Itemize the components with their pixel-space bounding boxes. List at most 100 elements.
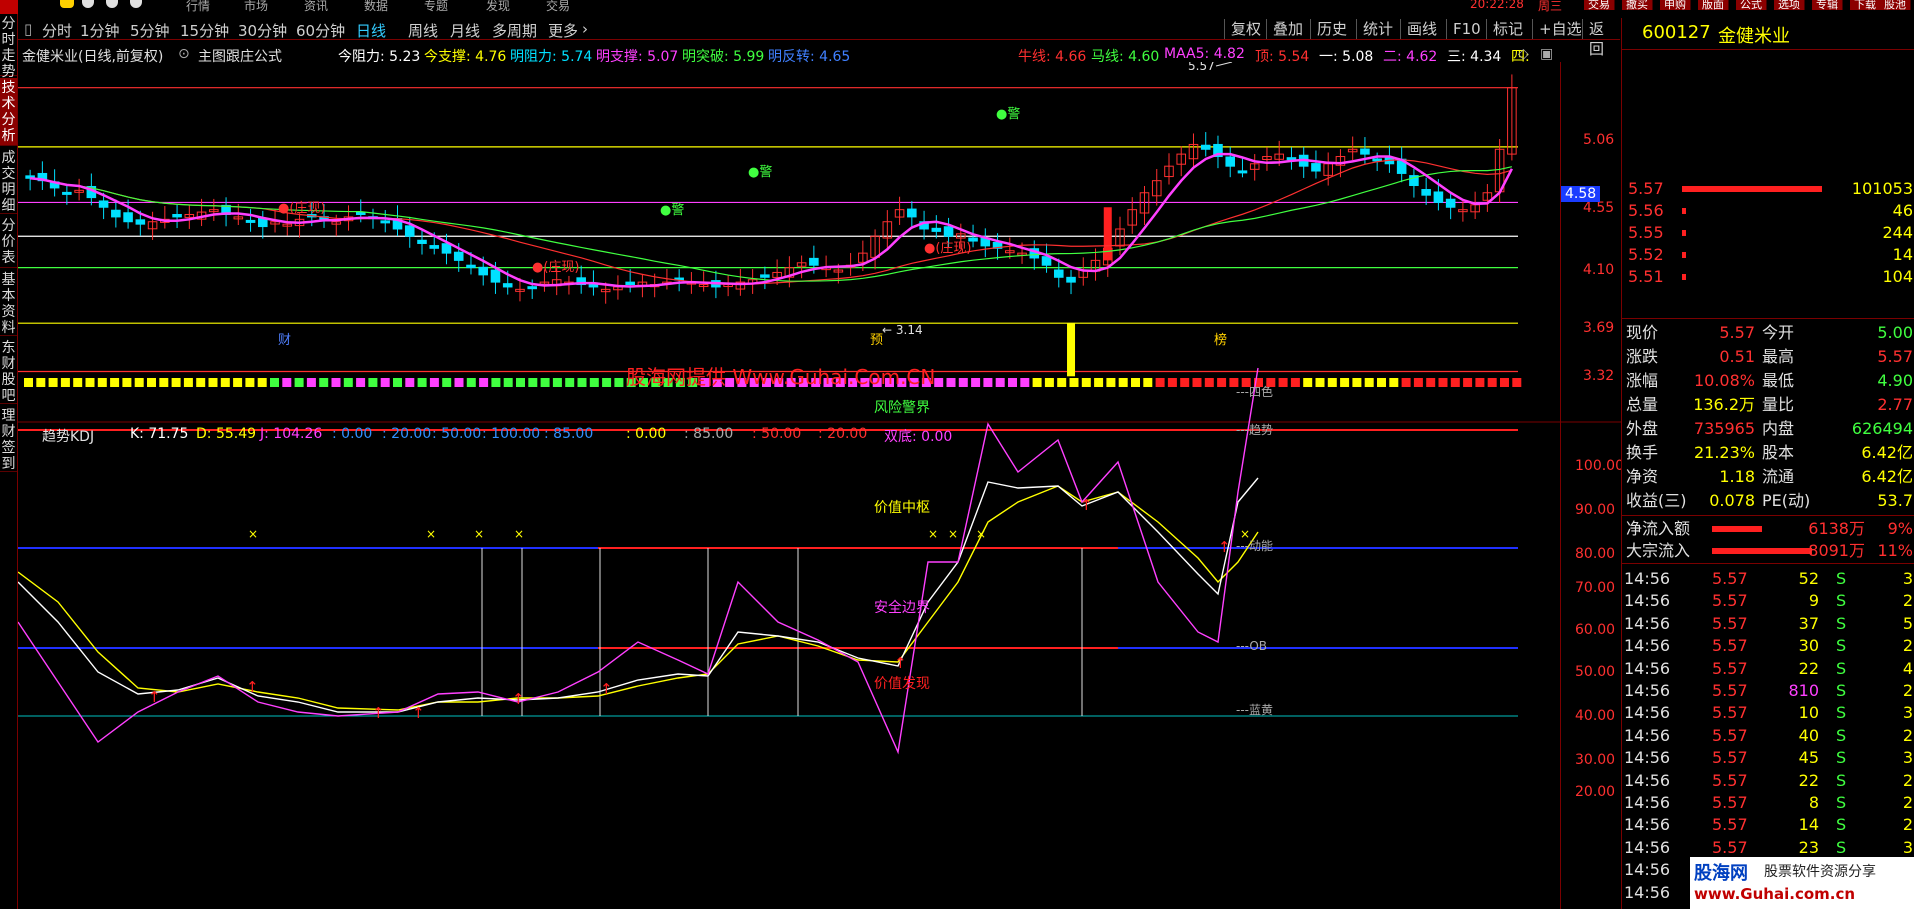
buy-arrow: ↑: [600, 680, 613, 698]
menu-item[interactable]: 资讯: [304, 0, 328, 14]
period-tab[interactable]: 多周期: [492, 20, 537, 41]
topbar-button[interactable]: 股池: [1880, 0, 1911, 10]
topbar-button[interactable]: 交易: [1584, 0, 1615, 10]
buy-arrow: ↑: [148, 688, 161, 706]
toolbar-button[interactable]: 叠加: [1266, 19, 1309, 39]
period-tab[interactable]: 15分钟: [180, 20, 229, 41]
trend-color-block: [294, 378, 304, 387]
toolbar-button[interactable]: 画线: [1400, 19, 1443, 39]
menu-item[interactable]: 数据: [364, 0, 388, 14]
toolbar-button[interactable]: 复权: [1224, 19, 1267, 39]
ask-row[interactable]: 5.52 14: [1622, 244, 1914, 266]
tick-side: S: [1836, 815, 1847, 835]
nav-home-icon[interactable]: [60, 0, 74, 8]
kdj-level: : 100.00: [482, 426, 541, 442]
watermark-box: 股海网 股票软件资源分享 www.Guhai.com.cn: [1690, 857, 1914, 909]
toolbar-button[interactable]: 返回: [1582, 19, 1620, 58]
tab-deals[interactable]: 成交明细: [0, 148, 17, 214]
topbar-button[interactable]: 公式: [1736, 0, 1767, 10]
stat-label: 涨幅: [1626, 371, 1659, 390]
candle-body: [404, 225, 415, 237]
ask-row[interactable]: 5.56 46: [1622, 200, 1914, 222]
trend-color-block: [208, 378, 218, 387]
period-tab[interactable]: 周线: [408, 20, 438, 41]
topbar-button[interactable]: 版面: [1698, 0, 1729, 10]
stat-value: 1.18: [1719, 467, 1755, 486]
menu-item[interactable]: 发现: [486, 0, 510, 14]
toolbar-button[interactable]: F10: [1446, 19, 1487, 39]
ask-price: 5.56: [1628, 201, 1664, 220]
candle-body: [429, 245, 440, 249]
menu-item[interactable]: 交易: [546, 0, 570, 14]
candle-body: [1237, 170, 1248, 174]
trend-color-block: [1315, 378, 1325, 387]
trend-color-block: [589, 378, 599, 387]
topbar-button[interactable]: 撤买: [1622, 0, 1653, 10]
topbar-button[interactable]: 申购: [1660, 0, 1691, 10]
menu-item[interactable]: 专题: [424, 0, 448, 14]
tick-row: 14:56 5.57 30 S 2: [1622, 635, 1914, 657]
legend-ob: ---OB: [1236, 639, 1267, 653]
period-tab[interactable]: 30分钟: [238, 20, 287, 41]
tick-volume: 8: [1808, 793, 1819, 812]
trend-color-block: [1155, 378, 1165, 387]
toolbar-button[interactable]: 标记: [1486, 19, 1529, 39]
stat-row: 净资 1.18 流通 6.42亿: [1622, 466, 1914, 488]
window-icon[interactable]: ▣: [1540, 46, 1553, 62]
toolbar-button[interactable]: +自选: [1532, 19, 1588, 39]
settings-icon[interactable]: ◇: [1518, 46, 1529, 62]
tick-row: 14:56 5.57 23 S 3: [1622, 837, 1914, 859]
period-tab[interactable]: 月线: [450, 20, 480, 41]
tab-forum[interactable]: 东财股吧: [0, 338, 17, 404]
tab-checkin[interactable]: 理财签到: [0, 406, 17, 472]
toolbar-toggle-icon[interactable]: ▯: [24, 20, 32, 38]
trend-color-block: [1401, 378, 1411, 387]
trend-color-block: [36, 378, 46, 387]
ask-row[interactable]: 5.57 101053: [1622, 178, 1914, 200]
toolbar-button[interactable]: 统计: [1356, 19, 1399, 39]
chart-area[interactable]: 5.57 ← 3.14 ●(庄现) ●(庄现) ●(庄现) ●警 ●警 ●警财 预 榜 × × × × × ×…: [18, 62, 1621, 909]
candle-body: [441, 243, 452, 254]
low-price-label: ← 3.14: [882, 323, 923, 337]
stock-code: 600127: [1642, 22, 1711, 43]
candle-body: [1053, 269, 1064, 278]
kdj-name[interactable]: 趋势KDJ: [42, 426, 94, 446]
period-tab[interactable]: 5分钟: [130, 20, 170, 41]
period-tab-more[interactable]: 更多: [548, 20, 578, 41]
buy-arrow: ↑: [1218, 538, 1231, 556]
trend-color-block: [97, 378, 107, 387]
topbar-button[interactable]: 专辑: [1812, 0, 1843, 10]
candle-body: [760, 274, 770, 278]
candle-body: [98, 200, 109, 208]
topbar-button[interactable]: 选项: [1774, 0, 1805, 10]
tick-count: 2: [1902, 770, 1913, 790]
formula-dropdown-icon[interactable]: ⊙: [178, 46, 190, 62]
menu-item[interactable]: 市场: [244, 0, 268, 14]
ask-row[interactable]: 5.51 104: [1622, 266, 1914, 288]
chart-watermark: 股海网提供 Www.Guhai.Com.CN: [626, 365, 935, 389]
trend-color-block: [60, 378, 70, 387]
trend-color-block: [24, 378, 33, 387]
tab-price-table[interactable]: 分价表: [0, 216, 17, 268]
topbar-button[interactable]: 下载: [1850, 0, 1881, 10]
legend-qushi: ---趋势: [1236, 423, 1273, 437]
tick-row: 14:56 5.57 22 S 4: [1622, 658, 1914, 680]
ask-volume: 104: [1882, 267, 1913, 286]
trend-color-block: [220, 378, 230, 387]
period-tab-active[interactable]: 日线: [356, 20, 386, 41]
toolbar-button[interactable]: 历史: [1310, 19, 1353, 39]
period-tab[interactable]: 60分钟: [296, 20, 345, 41]
ask-row[interactable]: 5.55 244: [1622, 222, 1914, 244]
tab-timeshare[interactable]: 分时走势: [0, 14, 17, 80]
tick-count: 5: [1902, 613, 1913, 633]
tab-basic-info[interactable]: 基本资料: [0, 270, 17, 336]
period-tab[interactable]: 分时: [42, 20, 72, 41]
left-tab-bar: 分时走势 技术分析 成交明细 分价表 基本资料 东财股吧 理财签到: [0, 14, 18, 909]
flow-pct: 9%: [1887, 519, 1913, 538]
chevron-right-icon[interactable]: ›: [582, 20, 588, 38]
period-tab[interactable]: 1分钟: [80, 20, 120, 41]
trend-color-block: [1426, 378, 1436, 387]
tab-technical[interactable]: 技术分析: [0, 78, 17, 146]
candle-body: [62, 191, 72, 195]
menu-item[interactable]: 行情: [186, 0, 210, 14]
